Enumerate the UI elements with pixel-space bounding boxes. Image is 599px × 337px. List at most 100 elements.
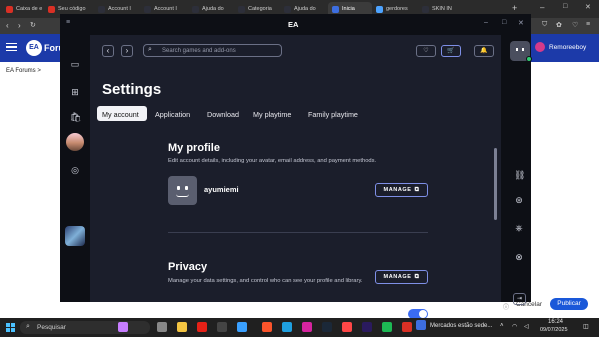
privacy-heading: Privacy: [168, 261, 208, 273]
user-avatar[interactable]: [510, 41, 532, 62]
library-icon[interactable]: ▭: [70, 59, 80, 69]
window-minimize-button[interactable]: –: [540, 3, 544, 12]
file-explorer-icon[interactable]: [177, 322, 187, 332]
help-icon[interactable]: ⓘ: [503, 302, 509, 311]
ea-app-window: ≡ EA – □ ✕ ▭ ⊞ 🛍 ◎ ‹ › ⌕ Search games an…: [60, 14, 532, 319]
tab-application[interactable]: Application: [155, 110, 190, 119]
publish-button[interactable]: Publicar: [550, 298, 588, 310]
steam-icon[interactable]: ⊛: [514, 195, 524, 205]
friends-avatar-icon[interactable]: [65, 226, 85, 246]
volume-icon[interactable]: ◁: [524, 323, 529, 330]
tab-my-account[interactable]: My account: [97, 106, 147, 121]
forum-menu-icon[interactable]: [6, 43, 17, 51]
collapse-panel-icon[interactable]: ⇥: [513, 293, 526, 305]
ea-titlebar: ≡ EA – □ ✕: [60, 14, 531, 35]
search-icon: ⌕: [148, 46, 152, 53]
favorites-icon[interactable]: ♡: [572, 21, 578, 29]
ea-icon[interactable]: [342, 322, 352, 332]
taskbar-search[interactable]: ⌕ Pesquisar: [20, 321, 150, 334]
forum-header-right: Remoreeboy: [531, 34, 599, 62]
breadcrumb[interactable]: EA Forums >: [6, 68, 41, 74]
instagram-icon[interactable]: [302, 322, 312, 332]
profile-username: ayumiemi: [204, 185, 239, 194]
search-box[interactable]: ⌕ Search games and add-ons: [143, 44, 282, 57]
steam-icon[interactable]: [322, 322, 332, 332]
extensions-icon[interactable]: ✿: [556, 21, 562, 29]
forum-body: EA Forums >: [0, 62, 60, 302]
avatar[interactable]: [535, 42, 545, 52]
copilot-icon[interactable]: [118, 322, 128, 332]
forward-button[interactable]: ›: [121, 45, 133, 57]
game-thumbnail-icon[interactable]: [66, 133, 84, 151]
section-divider: [168, 232, 428, 233]
reload-icon[interactable]: ↻: [30, 21, 36, 29]
wifi-icon[interactable]: ◠: [512, 323, 517, 330]
epic-games-icon[interactable]: [217, 322, 227, 332]
ea-minimize-button[interactable]: –: [484, 19, 488, 26]
menu-icon[interactable]: ≡: [586, 21, 590, 28]
after-effects-icon[interactable]: [362, 322, 372, 332]
new-tab-button[interactable]: +: [512, 3, 517, 13]
external-link-icon: ⧉: [414, 273, 420, 280]
user-name[interactable]: Remoreeboy: [549, 44, 586, 51]
browser-tab-label: Inicia: [342, 6, 355, 12]
clock-date[interactable]: 09/07/2025: [540, 327, 568, 333]
tab-favicon-icon: [48, 5, 55, 13]
scrollbar-thumb[interactable]: [494, 148, 497, 220]
shield-icon[interactable]: ⛉: [542, 21, 547, 29]
privacy-manage-button[interactable]: MANAGE ⧉: [375, 270, 428, 284]
chrome-icon[interactable]: [402, 322, 412, 332]
profile-description: Edit account details, including your ava…: [168, 158, 377, 164]
youtube-icon[interactable]: [197, 322, 207, 332]
edge-icon[interactable]: [282, 322, 292, 332]
ea-play-icon[interactable]: ◎: [70, 165, 80, 175]
tab-my-playtime[interactable]: My playtime: [253, 110, 291, 119]
brave-icon[interactable]: [262, 322, 272, 332]
spotify-icon[interactable]: [382, 322, 392, 332]
windows-start-icon[interactable]: [6, 323, 15, 332]
browser-tab-label: Ajuda do: [202, 6, 224, 12]
tray-chevron-icon[interactable]: ˄: [500, 323, 504, 329]
store-bag-icon[interactable]: 🛍: [70, 112, 81, 122]
browser-tab-label: Ajuda do: [294, 6, 316, 12]
window-maximize-button[interactable]: □: [563, 3, 567, 10]
forum-header: EA Foru: [0, 34, 64, 62]
window-title: EA: [288, 20, 299, 29]
tab-download[interactable]: Download: [207, 110, 239, 119]
link-accounts-icon[interactable]: ⛓: [514, 170, 525, 180]
window-close-button[interactable]: ✕: [585, 3, 591, 11]
task-view-icon[interactable]: [157, 322, 167, 332]
external-link-icon: ⧉: [414, 186, 420, 193]
back-button[interactable]: ‹: [102, 45, 114, 57]
playstation-icon[interactable]: ⎈: [514, 223, 524, 233]
search-icon: ⌕: [26, 323, 30, 330]
taskbar: ⌕ Pesquisar Mercados estão sede... ˄ ◠ ◁…: [0, 318, 599, 337]
news-headline[interactable]: Mercados estão sede...: [430, 323, 492, 329]
tab-family-playtime[interactable]: Family playtime: [308, 110, 358, 119]
notification-center-icon[interactable]: ◫: [583, 323, 589, 330]
taskbar-search-input[interactable]: Pesquisar: [37, 324, 66, 331]
forward-icon[interactable]: ›: [18, 21, 21, 30]
hamburger-icon[interactable]: ≡: [66, 19, 70, 26]
tab-favicon-icon: [284, 5, 291, 13]
xbox-icon[interactable]: ⊗: [514, 252, 524, 262]
ea-logo[interactable]: EA: [26, 40, 42, 56]
browse-grid-icon[interactable]: ⊞: [70, 87, 80, 97]
clock-time[interactable]: 16:24: [548, 319, 563, 325]
back-icon[interactable]: ‹: [6, 21, 9, 30]
browser-tab-label: Categoria: [248, 6, 272, 12]
browser-tab[interactable]: Caixa de e: [2, 2, 46, 16]
ea-maximize-button[interactable]: □: [502, 19, 506, 26]
search-input[interactable]: Search games and add-ons: [162, 48, 236, 54]
profile-manage-button[interactable]: MANAGE ⧉: [375, 183, 428, 197]
tab-favicon-icon: [238, 5, 245, 13]
privacy-manage-label: MANAGE: [383, 274, 412, 280]
news-icon[interactable]: [416, 320, 426, 330]
forum-body-right: [531, 62, 599, 302]
photos-icon[interactable]: [237, 322, 247, 332]
ea-close-button[interactable]: ✕: [518, 19, 524, 27]
cart-icon[interactable]: 🛒: [441, 45, 461, 57]
notifications-bell-icon[interactable]: 🔔: [474, 45, 494, 57]
profile-manage-label: MANAGE: [383, 187, 412, 193]
wishlist-heart-icon[interactable]: ♡: [416, 45, 436, 57]
